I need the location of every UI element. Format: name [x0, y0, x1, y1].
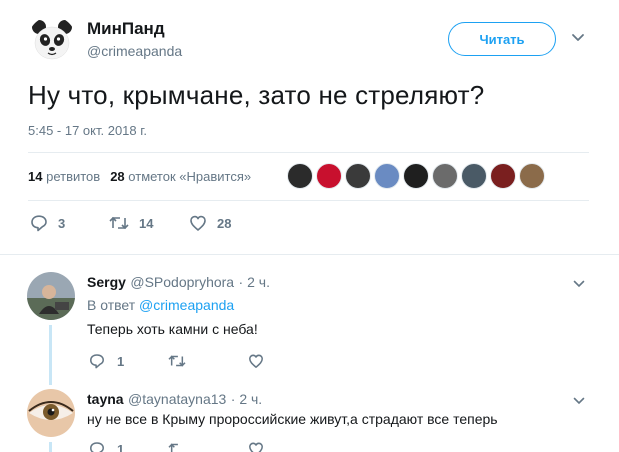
tweet-text: Ну что, крымчане, зато не стреляют?	[28, 80, 485, 110]
follow-button[interactable]: Читать	[448, 22, 556, 56]
heart-icon	[249, 354, 263, 368]
reply-time[interactable]: · 2 ч.	[239, 274, 270, 290]
in-reply-prefix: В ответ	[87, 297, 136, 313]
reply-header: tayna @taynatayna13 · 2 ч.	[87, 391, 262, 409]
reply-action[interactable]: 1	[89, 441, 124, 452]
chevron-down-icon[interactable]	[571, 33, 585, 43]
like-count: 28	[217, 215, 232, 231]
heart-icon	[190, 215, 206, 231]
reply-author-handle[interactable]: @SPodopryhora	[130, 274, 234, 290]
liker-avatar[interactable]	[432, 163, 458, 189]
author-name[interactable]: МинПанд	[87, 19, 165, 39]
liker-avatar[interactable]	[287, 163, 313, 189]
user-photo-icon	[27, 272, 75, 320]
liker-avatar[interactable]	[403, 163, 429, 189]
liker-avatar[interactable]	[316, 163, 342, 189]
reply-text: Теперь хоть камни с неба!	[87, 321, 258, 337]
reply-icon	[90, 354, 104, 369]
eye-photo-icon	[27, 389, 75, 437]
retweets-label: ретвитов	[46, 169, 101, 184]
reply-author-handle[interactable]: @taynatayna13	[128, 391, 226, 407]
retweet-icon	[168, 355, 186, 367]
reply-icon	[31, 215, 47, 232]
reply-count: 1	[117, 353, 125, 369]
reply-icon	[90, 442, 104, 452]
heart-icon	[249, 442, 263, 452]
tweet-timestamp[interactable]: 5:45 - 17 окт. 2018 г.	[28, 123, 147, 138]
liker-avatar[interactable]	[461, 163, 487, 189]
retweet-action[interactable]	[168, 441, 186, 452]
reply-text: ну не все в Крыму пророссийские живут,а …	[87, 411, 498, 427]
chevron-down-icon[interactable]	[573, 397, 585, 405]
thread-line	[49, 442, 52, 452]
reply-count: 1	[117, 441, 125, 452]
divider	[28, 152, 589, 153]
reply-author-name[interactable]: Sergy	[87, 274, 126, 290]
thread-line	[49, 325, 52, 385]
like-action[interactable]: 28	[189, 214, 231, 232]
liker-avatar[interactable]	[345, 163, 371, 189]
retweet-count: 14	[139, 215, 154, 231]
panda-avatar-icon	[28, 16, 76, 64]
reply-author-name[interactable]: tayna	[87, 391, 124, 407]
reply-avatar[interactable]	[27, 272, 75, 320]
section-divider	[0, 254, 619, 255]
likes-count: 28	[110, 169, 125, 184]
in-reply-to: В ответ @crimeapanda	[87, 297, 234, 313]
liker-avatar[interactable]	[490, 163, 516, 189]
reply-action[interactable]: 3	[30, 214, 65, 232]
divider	[28, 200, 589, 201]
reply-time[interactable]: · 2 ч.	[231, 391, 262, 407]
liker-avatar[interactable]	[519, 163, 545, 189]
likers-avatars	[287, 163, 545, 191]
in-reply-handle-link[interactable]: @crimeapanda	[139, 297, 234, 313]
reply-header: Sergy @SPodopryhora · 2 ч.	[87, 274, 270, 292]
likes-stat[interactable]: 28 отметок «Нравится»	[110, 169, 251, 184]
author-avatar[interactable]	[28, 16, 76, 64]
likes-label: отметок «Нравится»	[128, 169, 252, 184]
like-action[interactable]	[248, 353, 264, 369]
retweet-action[interactable]: 14	[109, 214, 153, 232]
retweet-action[interactable]	[168, 353, 186, 369]
author-handle[interactable]: @crimeapanda	[87, 43, 182, 59]
tweet-stats: 14 ретвитов 28 отметок «Нравится»	[28, 169, 251, 184]
chevron-down-icon[interactable]	[573, 280, 585, 288]
retweets-stat[interactable]: 14 ретвитов	[28, 169, 100, 184]
liker-avatar[interactable]	[374, 163, 400, 189]
like-action[interactable]	[248, 441, 264, 452]
reply-action[interactable]: 1	[89, 353, 124, 369]
reply-count: 3	[58, 215, 66, 231]
retweets-count: 14	[28, 169, 43, 184]
retweet-icon	[168, 443, 178, 452]
retweet-icon	[109, 216, 129, 230]
reply-avatar[interactable]	[27, 389, 75, 437]
